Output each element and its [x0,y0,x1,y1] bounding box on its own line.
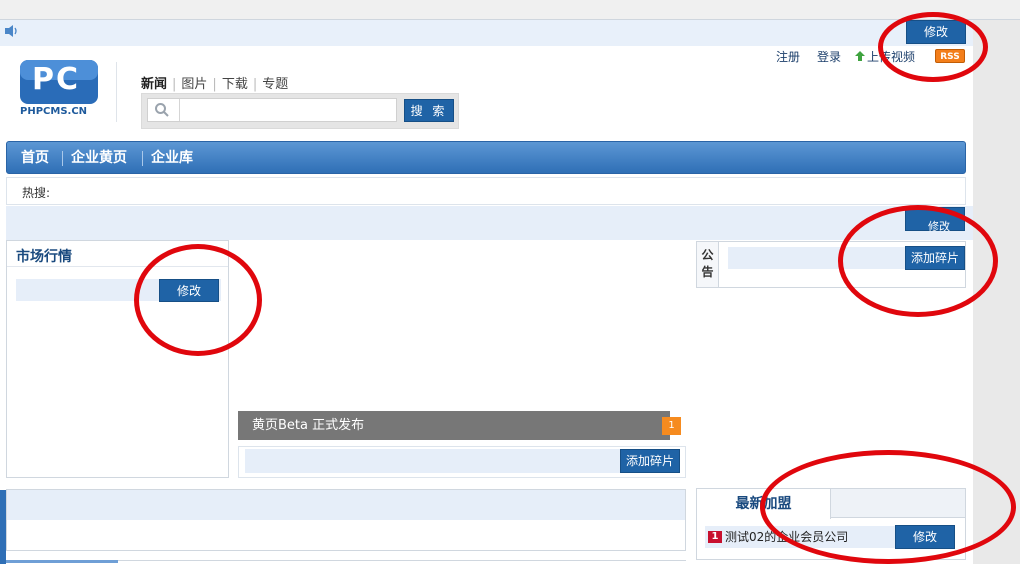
page-right-gutter [973,20,1020,564]
tab-downloads[interactable]: 下载 [222,77,248,92]
channel-tabs: 新闻 | 图片 | 下载 | 专题 [141,77,289,92]
center-fragment-slot [245,449,620,473]
rss-badge[interactable]: RSS [935,49,965,63]
market-panel-title: 市场行情 [16,249,72,265]
search-input[interactable] [147,98,397,122]
nav-item-company-library[interactable]: 企业库 [151,142,193,175]
top-edit-strip [0,20,973,46]
announcement-add-fragment-button[interactable]: 添加碎片 [905,246,965,270]
rank-badge: 1 [708,531,722,543]
tab-news[interactable]: 新闻 [141,77,167,92]
announcement-fragment-slot [728,247,906,269]
main-nav: 首页 企业黄页 企业库 [6,141,966,174]
banner-fragment-slot [6,206,973,240]
nav-item-yellow-pages[interactable]: 企业黄页 [71,142,127,175]
center-add-fragment-button[interactable]: 添加碎片 [620,449,680,473]
logo-domain: PHPCMS.CN [20,106,88,117]
tab-topics[interactable]: 专题 [262,77,288,92]
search-icon [155,103,169,117]
market-panel [6,240,229,478]
tab-images[interactable]: 图片 [181,77,207,92]
logo-separator [116,62,117,122]
announcement-label: 公告 [697,242,719,287]
banner-edit-button[interactable]: 修改 [905,207,965,233]
search-divider [179,99,180,121]
register-link[interactable]: 注册 [776,48,800,64]
speaker-icon [5,25,17,37]
bottom-left-fragment-slot [7,490,685,520]
nav-item-home[interactable]: 首页 [21,142,49,175]
market-edit-button[interactable]: 修改 [159,279,219,302]
newest-edit-button[interactable]: 修改 [895,525,955,549]
logo-mark: PC [32,62,81,97]
upload-video-link[interactable]: 上传视频 [867,48,915,64]
browser-top-bar [0,0,1020,20]
hot-search-bar [6,177,966,205]
tab-newest-members[interactable]: 最新加盟 [697,489,831,519]
upload-icon [855,51,865,61]
headline-page-badge[interactable]: 1 [662,417,681,435]
search-button[interactable]: 搜 索 [404,99,454,122]
hot-search-label: 热搜: [22,186,51,200]
top-edit-button[interactable]: 修改 [906,20,966,44]
site-logo[interactable]: PC PHPCMS.CN [18,58,100,120]
bottom-left-tab-indicator [6,560,118,563]
list-item[interactable]: 测试02的企业会员公司 [705,526,895,548]
login-link[interactable]: 登录 [817,48,841,64]
headline-bar[interactable]: 黄页Beta 正式发布 [238,411,670,440]
